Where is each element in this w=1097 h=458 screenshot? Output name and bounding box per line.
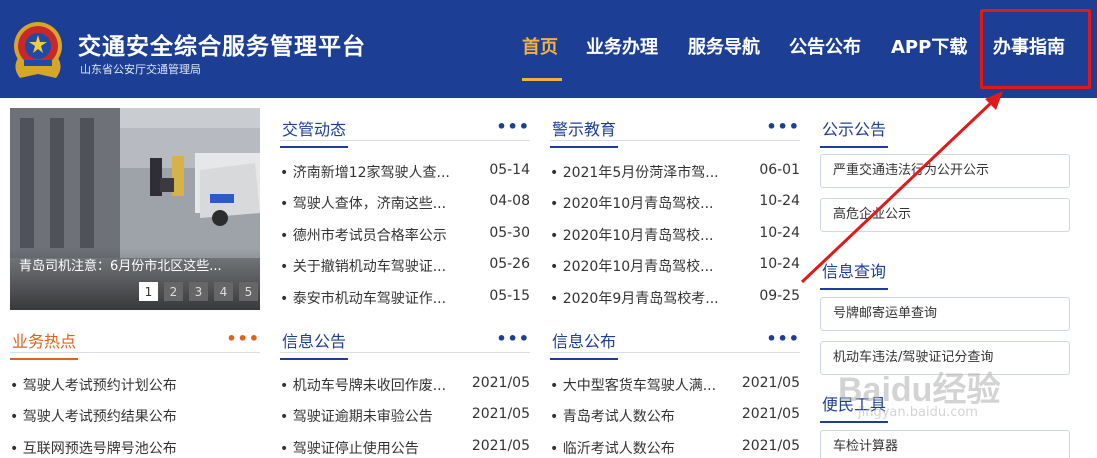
header-bar: 交通安全综合服务管理平台 山东省公安厅交通管理局 首页 业务办理 服务导航 公告… — [0, 0, 1097, 98]
traffic-news-title[interactable]: 交管动态 — [280, 116, 349, 148]
inspection-calculator-button[interactable]: 车检计算器 — [820, 430, 1070, 458]
hot-business-list: • 驾驶人考试预约计划公布 • 驾驶人考试预约结果公布 • 互联网预选号牌号池公… — [10, 375, 260, 458]
nav-active-underline — [522, 78, 562, 81]
list-item[interactable]: • 驾驶人考试预约计划公布 — [10, 375, 260, 406]
warning-edu-header: 警示教育 ••• — [550, 111, 800, 148]
info-notice-header: 信息公告 ••• — [280, 323, 530, 360]
baidu-watermark-url: jingyan.baidu.com — [858, 405, 978, 420]
traffic-news-list: • 济南新增12家驾驶人查... 05-14 • 驾驶人查体，济南这些... 04-… — [280, 162, 530, 319]
list-item[interactable]: • 驾驶证逾期未审验公告 2021/05 — [280, 406, 530, 437]
traffic-news-header: 交管动态 ••• — [280, 111, 530, 148]
info-publish-list: • 大中型客货车驾驶人满... 2021/05 • 青岛考试人数公布 2021/05… — [550, 375, 800, 458]
carousel-page-5[interactable]: 5 — [239, 282, 258, 301]
hot-business-header: 业务热点 ••• — [10, 323, 260, 360]
serious-violation-disclosure-button[interactable]: 严重交通违法行为公开公示 — [820, 154, 1070, 188]
info-publish-header: 信息公布 ••• — [550, 323, 800, 360]
nav-service-guide[interactable]: 服务导航 — [688, 33, 760, 59]
list-item[interactable]: • 互联网预选号牌号池公布 — [10, 438, 260, 458]
nav-home[interactable]: 首页 — [522, 33, 558, 59]
info-notice-list: • 机动车号牌未收回作废... 2021/05 • 驾驶证逾期未审验公告 2021/… — [280, 375, 530, 458]
annotation-highlight-box — [980, 9, 1091, 89]
list-item[interactable]: • 关于撤销机动车驾驶证... 05-26 — [280, 256, 530, 287]
info-publish-title[interactable]: 信息公布 — [550, 328, 619, 360]
baidu-watermark-logo: Baidu经验 — [838, 371, 1001, 409]
info-query-title[interactable]: 信息查询 — [820, 258, 889, 290]
list-item[interactable]: • 2020年10月青岛驾校... 10-24 — [550, 225, 800, 256]
news-carousel[interactable]: 青岛司机注意：6月份市北区这些... 1 2 3 4 5 — [10, 108, 260, 310]
traffic-news-more-button[interactable]: ••• — [496, 117, 530, 136]
carousel-page-4[interactable]: 4 — [214, 282, 233, 301]
info-query-header: 信息查询 — [820, 253, 1070, 290]
list-item[interactable]: • 大中型客货车驾驶人满... 2021/05 — [550, 375, 800, 406]
list-item[interactable]: • 青岛考试人数公布 2021/05 — [550, 406, 800, 437]
hot-business-more-button[interactable]: ••• — [226, 329, 260, 348]
info-publish-more-button[interactable]: ••• — [766, 329, 800, 348]
high-risk-enterprise-button[interactable]: 高危企业公示 — [820, 198, 1070, 232]
carousel-page-1[interactable]: 1 — [139, 282, 158, 301]
info-notice-more-button[interactable]: ••• — [496, 329, 530, 348]
plate-mail-tracking-button[interactable]: 号牌邮寄运单查询 — [820, 297, 1070, 331]
carousel-pagination: 1 2 3 4 5 — [139, 282, 258, 301]
main-nav: 首页 业务办理 服务导航 公告公布 APP下载 办事指南 — [0, 0, 1097, 98]
nav-app-download[interactable]: APP下载 — [891, 33, 967, 59]
list-item[interactable]: • 驾驶人考试预约结果公布 — [10, 406, 260, 437]
list-item[interactable]: • 2020年10月青岛驾校... 10-24 — [550, 256, 800, 287]
list-item[interactable]: • 泰安市机动车驾驶证作... 05-15 — [280, 288, 530, 319]
list-item[interactable]: • 2020年9月青岛驾校考... 09-25 — [550, 288, 800, 319]
carousel-page-3[interactable]: 3 — [189, 282, 208, 301]
list-item[interactable]: • 驾驶人查体，济南这些... 04-08 — [280, 193, 530, 224]
list-item[interactable]: • 机动车号牌未收回作废... 2021/05 — [280, 375, 530, 406]
list-item[interactable]: • 德州市考试员合格率公示 05-30 — [280, 225, 530, 256]
info-notice-title[interactable]: 信息公告 — [280, 328, 349, 360]
list-item[interactable]: • 2020年10月青岛驾校... 10-24 — [550, 193, 800, 224]
nav-business[interactable]: 业务办理 — [586, 33, 658, 59]
warning-edu-list: • 2021年5月份菏泽市驾... 06-01 • 2020年10月青岛驾校...… — [550, 162, 800, 319]
hot-business-title[interactable]: 业务热点 — [10, 328, 79, 360]
list-item[interactable]: • 济南新增12家驾驶人查... 05-14 — [280, 162, 530, 193]
public-notice-title[interactable]: 公示公告 — [820, 116, 889, 148]
nav-announcements[interactable]: 公告公布 — [789, 33, 861, 59]
list-item[interactable]: • 驾驶证停止使用公告 2021/05 — [280, 438, 530, 458]
list-item[interactable]: • 2021年5月份菏泽市驾... 06-01 — [550, 162, 800, 193]
carousel-page-2[interactable]: 2 — [164, 282, 183, 301]
warning-edu-more-button[interactable]: ••• — [766, 117, 800, 136]
warning-edu-title[interactable]: 警示教育 — [550, 116, 619, 148]
carousel-caption[interactable]: 青岛司机注意：6月份市北区这些... — [19, 255, 222, 274]
public-notice-header: 公示公告 — [820, 111, 1070, 148]
list-item[interactable]: • 临沂考试人数公布 2021/05 — [550, 438, 800, 458]
